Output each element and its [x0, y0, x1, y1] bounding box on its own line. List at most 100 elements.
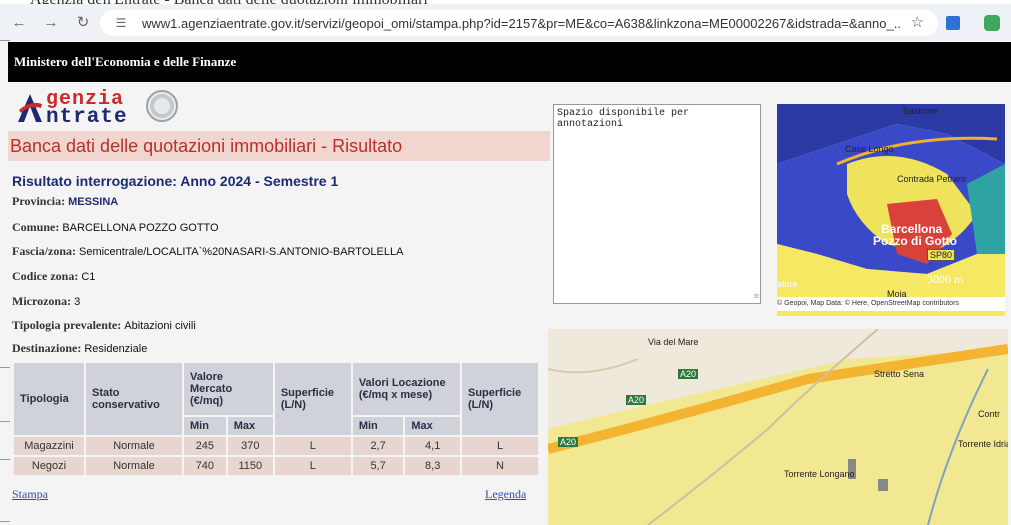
field-label: Tipologia prevalente: — [12, 318, 122, 332]
cell-superficie: L — [462, 437, 538, 455]
cell-vl-max: 4,1 — [405, 437, 460, 455]
margin-rule — [0, 40, 10, 41]
field-value: Semicentrale/LOCALITA`%20NASARI-S.ANTONI… — [79, 246, 404, 258]
cell-superficie: L — [274, 437, 351, 455]
field-value: Residenziale — [84, 343, 148, 355]
result-heading: Risultato interrogazione: Anno 2024 - Se… — [12, 173, 339, 189]
field-comune: Comune: BARCELLONA POZZO GOTTO — [12, 220, 219, 235]
back-icon[interactable]: ← — [8, 14, 30, 31]
field-value: 3 — [74, 296, 81, 308]
map-label: Contr — [978, 409, 1001, 419]
cell-vm-min: 245 — [184, 437, 226, 455]
map-label: Torrente Idria — [958, 439, 1008, 449]
field-label: Comune: — [12, 220, 60, 234]
header-max: Max — [405, 417, 460, 435]
margin-rule — [0, 367, 10, 368]
map-label: Bastione — [903, 106, 939, 116]
header-min: Min — [352, 417, 404, 435]
url-text[interactable]: www1.agenziaentrate.gov.it/servizi/geopo… — [142, 16, 902, 31]
header-min: Min — [184, 417, 226, 435]
annotations-textarea[interactable]: Spazio disponibile per annotazioni ≏ — [553, 104, 761, 304]
cell-vl-max: 8,3 — [405, 457, 460, 475]
field-value: C1 — [81, 271, 96, 283]
zone-map-graphic — [777, 104, 1005, 316]
margin-rule — [0, 521, 10, 522]
table-row: Negozi Normale 740 1150 L 5,7 8,3 N — [14, 457, 538, 475]
cell-vl-min: 2,7 — [352, 437, 404, 455]
map-label: atore — [777, 279, 798, 289]
cell-tipologia: Magazzini — [14, 437, 84, 455]
browser-toolbar: ← → ↻ ☰ www1.agenziaentrate.gov.it/servi… — [0, 4, 1011, 40]
cell-vm-min: 740 — [184, 457, 226, 475]
field-label: Microzona: — [12, 294, 72, 308]
field-value: MESSINA — [68, 196, 119, 208]
field-label: Codice zona: — [12, 269, 79, 283]
header-superficie: Superficie (L/N) — [274, 363, 351, 435]
header-max: Max — [227, 417, 273, 435]
header-superficie: Superficie (L/N) — [462, 363, 538, 435]
table-row: Magazzini Normale 245 370 L 2,7 4,1 L — [14, 437, 538, 455]
header-valori-locazione: Valori Locazione (€/mq x mese) — [352, 363, 460, 415]
cell-vm-max: 1150 — [227, 457, 273, 475]
map-scale: 3000 m — [927, 272, 964, 286]
map-label: A20 — [626, 395, 647, 405]
field-value: BARCELLONA POZZO GOTTO — [62, 222, 219, 234]
header-valore-mercato: Valore Mercato (€/mq) — [184, 363, 273, 415]
field-microzona: Microzona: 3 — [12, 294, 80, 309]
reload-icon[interactable]: ↻ — [72, 13, 94, 31]
stampa-link[interactable]: Stampa — [12, 487, 48, 502]
annotations-placeholder: Spazio disponibile per annotazioni — [557, 108, 690, 130]
field-label: Fascia/zona: — [12, 244, 76, 258]
map-label: Contrada Petraro — [897, 174, 967, 184]
bookmark-star-icon[interactable]: ☆ — [911, 13, 924, 31]
margin-rule — [0, 421, 10, 422]
page-title-bar: Banca dati delle quotazioni immobiliari … — [8, 131, 550, 161]
extension-green-icon[interactable] — [984, 15, 1000, 31]
field-value: Abitazioni civili — [124, 320, 196, 332]
field-label: Provincia: — [12, 194, 66, 208]
cell-vl-min: 5,7 — [352, 457, 404, 475]
map-label: Pozzo di Gotto — [873, 234, 957, 248]
quotations-table: Tipologia Stato conservativo Valore Merc… — [12, 361, 540, 477]
detail-map-graphic — [548, 329, 1008, 525]
map-credit: © Geopoi, Map Data: © Here, OpenStreetMa… — [777, 300, 959, 307]
cell-superficie: L — [274, 457, 351, 475]
cell-stato: Normale — [86, 457, 182, 475]
agenzia-entrate-logo: genzia ntrate — [14, 88, 194, 130]
map-label: A20 — [558, 437, 579, 447]
map-label: Torrente Longano — [784, 469, 855, 479]
map-label: A20 — [678, 369, 699, 379]
map-label: Moia — [887, 289, 907, 299]
cell-tipologia: Negozi — [14, 457, 84, 475]
site-settings-icon[interactable]: ☰ — [110, 16, 132, 30]
cell-superficie: N — [462, 457, 538, 475]
map-label: Via del Mare — [648, 337, 699, 347]
field-codice-zona: Codice zona: C1 — [12, 269, 95, 284]
legenda-link[interactable]: Legenda — [485, 487, 526, 502]
map-label: Stretto Sena — [874, 369, 925, 379]
map-label: Case Longo — [845, 144, 894, 154]
field-provincia: Provincia: MESSINA — [12, 194, 118, 209]
detail-map[interactable]: Via del Mare A20 A20 A20 Stretto Sena Co… — [548, 329, 1008, 525]
page-title: Banca dati delle quotazioni immobiliari … — [10, 135, 403, 156]
field-tipologia: Tipologia prevalente: Abitazioni civili — [12, 318, 196, 333]
field-fascia: Fascia/zona: Semicentrale/LOCALITA`%20NA… — [12, 244, 403, 259]
margin-rule — [0, 459, 10, 460]
cell-vm-max: 370 — [227, 437, 273, 455]
zone-overview-map[interactable]: Bastione Case Longo Contrada Petraro Bar… — [777, 104, 1005, 316]
table-header-row: Tipologia Stato conservativo Valore Merc… — [14, 363, 538, 435]
field-label: Destinazione: — [12, 341, 82, 355]
field-destinazione: Destinazione: Residenziale — [12, 341, 147, 356]
cell-stato: Normale — [86, 437, 182, 455]
ministero-bar: Ministero dell'Economia e delle Finanze — [8, 42, 1011, 82]
republic-seal-icon — [146, 90, 178, 122]
header-tipologia: Tipologia — [14, 363, 84, 435]
logo-a-icon — [18, 94, 42, 122]
extension-icon[interactable] — [946, 16, 960, 30]
forward-icon[interactable]: → — [40, 14, 62, 31]
ministero-title: Ministero dell'Economia e delle Finanze — [14, 54, 237, 69]
header-stato: Stato conservativo — [86, 363, 182, 435]
logo-line2: ntrate — [46, 106, 128, 129]
resize-grip-icon[interactable]: ≏ — [754, 292, 759, 302]
address-bar[interactable]: ☰ www1.agenziaentrate.gov.it/servizi/geo… — [100, 10, 938, 36]
